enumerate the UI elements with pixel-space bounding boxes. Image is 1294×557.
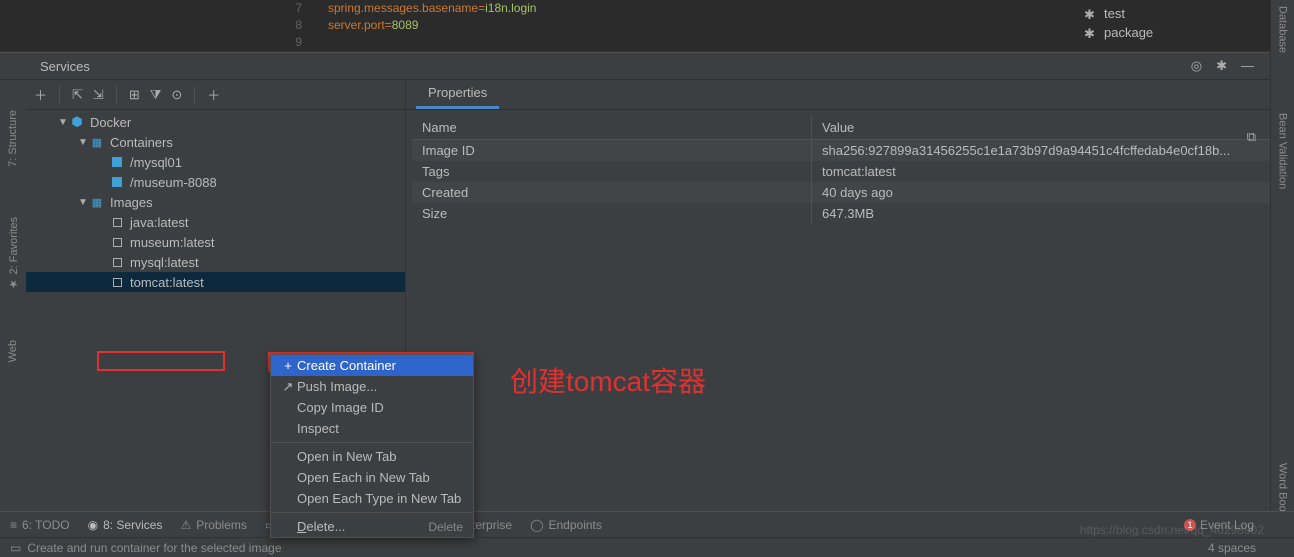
container-icon [110,177,124,187]
properties-tabs: Properties [406,80,1294,110]
gear-icon [1084,7,1098,21]
expand-icon[interactable]: ⇱ [72,87,83,103]
status-icon[interactable]: ▭ [10,541,21,555]
editor-code[interactable]: spring.messages.basename=i18n.login serv… [328,0,536,34]
tree-containers-node[interactable]: ▼▦Containers [26,132,405,152]
image-icon [110,278,124,287]
push-icon: ↗ [279,379,297,395]
target-icon[interactable]: ⊙ [171,87,182,103]
tree-image-item[interactable]: museum:latest [26,232,405,252]
services-title: Services [40,59,1191,74]
copy-icon[interactable]: ⧉ [1247,129,1256,145]
images-icon: ▦ [90,196,104,209]
plus-icon: + [279,358,297,373]
line-number: 7 [280,0,302,17]
tree-image-item[interactable]: mysql:latest [26,252,405,272]
container-icon [110,157,124,167]
image-icon [110,258,124,267]
menu-create-container[interactable]: +Create Container [271,355,473,376]
tree-docker-root[interactable]: ▼⬢Docker [26,112,405,132]
menu-copy-image-id[interactable]: Copy Image ID [271,397,473,418]
properties-panel: Properties Name Value Image IDsha256:927… [406,80,1294,510]
editor-area: 7 8 9 spring.messages.basename=i18n.logi… [0,0,1294,52]
tab-services[interactable]: ◉8: Services [88,518,163,532]
tree-image-tomcat[interactable]: tomcat:latest [26,272,405,292]
tree-container-item[interactable]: /mysql01 [26,152,405,172]
line-number: 8 [280,17,302,34]
status-text: Create and run container for the selecte… [27,541,281,555]
menu-open-each-new-tab[interactable]: Open Each in New Tab [271,467,473,488]
watermark: https://blog.csdn.net/qq_40298902 [1080,523,1264,537]
properties-table: Name Value Image IDsha256:927899a3145625… [412,116,1288,224]
col-name[interactable]: Name [412,116,812,139]
table-row[interactable]: Size647.3MB [412,203,1288,224]
containers-icon: ▦ [90,136,104,149]
add-icon[interactable]: ＋ [34,85,47,104]
menu-push-image[interactable]: ↗Push Image... [271,376,473,397]
settings-icon[interactable]: ✱ [1216,58,1227,74]
editor-gutter: 7 8 9 [280,0,310,51]
docker-icon: ⬢ [70,114,84,130]
properties-header: Name Value [412,116,1288,140]
status-spaces[interactable]: 4 spaces [1208,541,1284,555]
rail-word-book[interactable]: Word Book [1277,463,1289,517]
menu-open-new-tab[interactable]: Open in New Tab [271,446,473,467]
tree-container-item[interactable]: /museum-8088 [26,172,405,192]
rail-web[interactable]: Web [7,340,19,362]
col-value[interactable]: Value [812,116,1288,139]
menu-inspect[interactable]: Inspect [271,418,473,439]
menu-open-each-type-new-tab[interactable]: Open Each Type in New Tab [271,488,473,509]
tree-toolbar: ＋ ⇱ ⇲ ⊞ ⧩ ⊙ ＋ [26,80,405,110]
rail-bean-validation[interactable]: Bean Validation [1277,113,1289,189]
right-tool-rail: Database Bean Validation Word Book [1270,0,1294,557]
left-tool-rail: 7: Structure ★ 2: Favorites Web [0,80,26,510]
run-config-item[interactable]: test [1084,4,1264,23]
context-menu: +Create Container ↗Push Image... Copy Im… [270,354,474,538]
tab-properties[interactable]: Properties [416,79,499,109]
run-config-item[interactable]: package [1084,23,1264,42]
services-header: Services ◎ ✱ — [0,52,1294,80]
table-row[interactable]: Tagstomcat:latest [412,161,1288,182]
tab-problems[interactable]: ⚠Problems [180,518,246,532]
group-icon[interactable]: ⊞ [129,87,140,103]
tab-endpoints[interactable]: ◯Endpoints [530,518,602,532]
menu-delete[interactable]: Delete...Delete [271,516,473,537]
collapse-icon[interactable]: ⇲ [93,87,104,103]
rail-structure[interactable]: 7: Structure [7,110,19,167]
menu-separator [271,512,473,513]
gear-icon [1084,26,1098,40]
tree-image-item[interactable]: java:latest [26,212,405,232]
new-icon[interactable]: ＋ [207,85,220,104]
table-row[interactable]: Image IDsha256:927899a31456255c1e1a73b97… [412,140,1288,161]
services-tree[interactable]: ▼⬢Docker ▼▦Containers /mysql01 /museum-8… [26,110,405,294]
run-config-panel: test package [1084,4,1264,42]
table-row[interactable]: Created40 days ago [412,182,1288,203]
minimize-icon[interactable]: — [1241,58,1254,74]
line-number: 9 [280,34,302,51]
image-icon [110,238,124,247]
menu-separator [271,442,473,443]
rail-favorites[interactable]: ★ 2: Favorites [7,217,20,291]
target-icon[interactable]: ◎ [1191,58,1202,74]
image-icon [110,218,124,227]
filter-icon[interactable]: ⧩ [150,87,162,103]
tab-todo[interactable]: ≡6: TODO [10,518,70,532]
status-bar: ▭ Create and run container for the selec… [0,537,1294,557]
tree-images-node[interactable]: ▼▦Images [26,192,405,212]
rail-database[interactable]: Database [1277,6,1289,53]
